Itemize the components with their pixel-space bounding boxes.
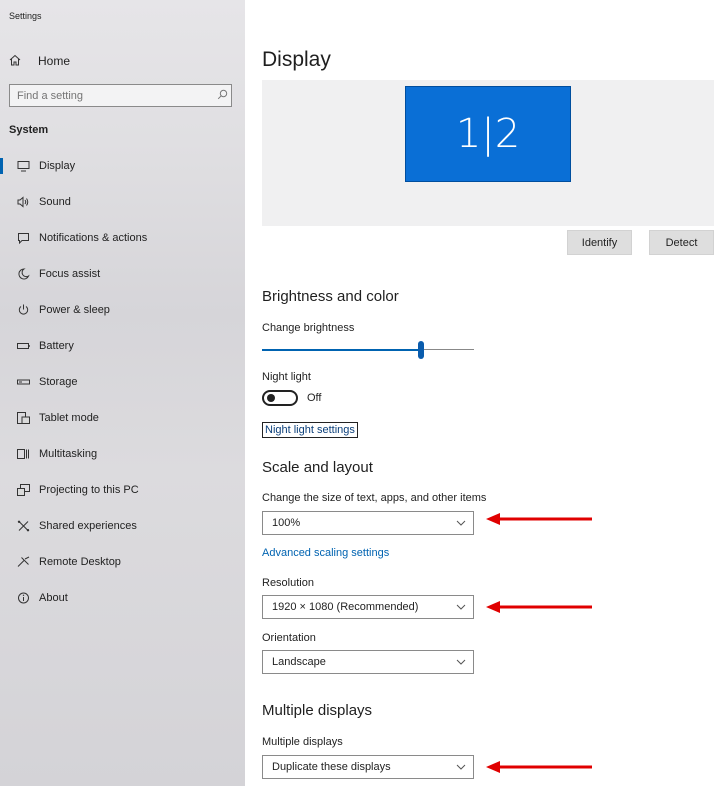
main-content: Display 1|2 Identify Detect Brightness a…	[262, 0, 725, 786]
storage-icon	[16, 375, 30, 389]
slider-track-fill	[262, 349, 421, 351]
home-icon	[9, 54, 29, 69]
sidebar-item-label: Notifications & actions	[39, 232, 148, 244]
app-title: Settings	[9, 11, 42, 21]
tablet-icon	[16, 411, 30, 425]
identify-button[interactable]: Identify	[567, 230, 632, 255]
brightness-slider[interactable]	[262, 340, 474, 360]
speaker-icon	[16, 195, 30, 209]
red-arrow-icon	[486, 601, 592, 613]
power-icon	[16, 303, 30, 317]
chevron-down-icon	[449, 762, 473, 773]
sidebar-item-notifications[interactable]: Notifications & actions	[0, 220, 245, 256]
sidebar-item-label: About	[39, 592, 68, 604]
toggle-state: Off	[307, 392, 322, 404]
dropdown-value: Duplicate these displays	[272, 761, 391, 773]
moon-icon	[16, 267, 30, 281]
info-icon	[16, 591, 30, 605]
resolution-label: Resolution	[262, 577, 314, 589]
orientation-dropdown[interactable]: Landscape	[262, 650, 474, 674]
orientation-label: Orientation	[262, 632, 316, 644]
scale-heading: Scale and layout	[262, 459, 373, 476]
sidebar-item-label: Tablet mode	[39, 412, 99, 424]
change-brightness-label: Change brightness	[262, 322, 355, 334]
remote-desktop-icon	[16, 555, 30, 569]
sidebar-item-focus-assist[interactable]: Focus assist	[0, 256, 245, 292]
red-arrow-icon	[486, 513, 592, 525]
sidebar-item-shared-experiences[interactable]: Shared experiences	[0, 508, 245, 544]
monitor-tile[interactable]: 1|2	[405, 86, 571, 182]
night-light-toggle[interactable]: Off	[262, 390, 321, 406]
sidebar-item-remote-desktop[interactable]: Remote Desktop	[0, 544, 245, 580]
sidebar: Settings Home System Display Sound	[0, 0, 245, 786]
sidebar-item-label: Remote Desktop	[39, 556, 121, 568]
sidebar-item-label: Sound	[39, 196, 71, 208]
chevron-down-icon	[449, 518, 473, 529]
sidebar-item-label: Focus assist	[39, 268, 101, 280]
toggle-knob	[267, 394, 275, 402]
sidebar-item-label: Multitasking	[39, 448, 98, 460]
multiple-displays-label: Multiple displays	[262, 736, 343, 748]
page-title: Display	[262, 48, 331, 71]
shared-icon	[16, 519, 30, 533]
slider-track	[421, 349, 474, 350]
dropdown-value: Landscape	[272, 656, 326, 668]
sidebar-item-label: Display	[39, 160, 76, 172]
advanced-scaling-link[interactable]: Advanced scaling settings	[262, 547, 389, 559]
toggle-switch[interactable]	[262, 390, 298, 406]
notification-icon	[16, 231, 30, 245]
sidebar-item-sound[interactable]: Sound	[0, 184, 245, 220]
sidebar-item-storage[interactable]: Storage	[0, 364, 245, 400]
scale-dropdown[interactable]: 100%	[262, 511, 474, 535]
sidebar-item-label: Projecting to this PC	[39, 484, 139, 496]
search-box[interactable]	[9, 84, 232, 107]
multiple-displays-heading: Multiple displays	[262, 702, 373, 719]
sidebar-item-display[interactable]: Display	[0, 148, 245, 184]
sidebar-item-projecting[interactable]: Projecting to this PC	[0, 472, 245, 508]
section-label: System	[9, 124, 49, 136]
scale-size-label: Change the size of text, apps, and other…	[262, 492, 487, 504]
resolution-dropdown[interactable]: 1920 × 1080 (Recommended)	[262, 595, 474, 619]
home-label: Home	[38, 54, 71, 68]
chevron-down-icon	[449, 602, 473, 613]
sidebar-item-power-sleep[interactable]: Power & sleep	[0, 292, 245, 328]
red-arrow-icon	[486, 761, 592, 773]
dropdown-value: 1920 × 1080 (Recommended)	[272, 601, 419, 613]
multiple-displays-dropdown[interactable]: Duplicate these displays	[262, 755, 474, 779]
home-nav-item[interactable]: Home	[9, 53, 70, 69]
detect-button[interactable]: Detect	[649, 230, 714, 255]
sidebar-item-label: Battery	[39, 340, 74, 352]
slider-thumb[interactable]	[418, 341, 424, 359]
search-icon[interactable]	[213, 89, 231, 103]
projecting-icon	[16, 483, 30, 497]
sidebar-item-about[interactable]: About	[0, 580, 245, 616]
multitasking-icon	[16, 447, 30, 461]
dropdown-value: 100%	[272, 517, 301, 529]
sidebar-item-label: Storage	[39, 376, 78, 388]
sidebar-item-label: Power & sleep	[39, 304, 110, 316]
sidebar-item-battery[interactable]: Battery	[0, 328, 245, 364]
monitor-icon	[16, 159, 30, 173]
night-light-label: Night light	[262, 371, 311, 383]
sidebar-item-label: Shared experiences	[39, 520, 137, 532]
sidebar-item-tablet-mode[interactable]: Tablet mode	[0, 400, 245, 436]
sidebar-nav: Display Sound Notifications & actions Fo…	[0, 148, 245, 616]
chevron-down-icon	[449, 657, 473, 668]
night-light-settings-link[interactable]: Night light settings	[262, 422, 358, 438]
sidebar-item-multitasking[interactable]: Multitasking	[0, 436, 245, 472]
monitor-arrangement-area: 1|2	[262, 80, 714, 226]
brightness-heading: Brightness and color	[262, 288, 399, 305]
search-input[interactable]	[10, 85, 213, 106]
battery-icon	[16, 339, 30, 353]
